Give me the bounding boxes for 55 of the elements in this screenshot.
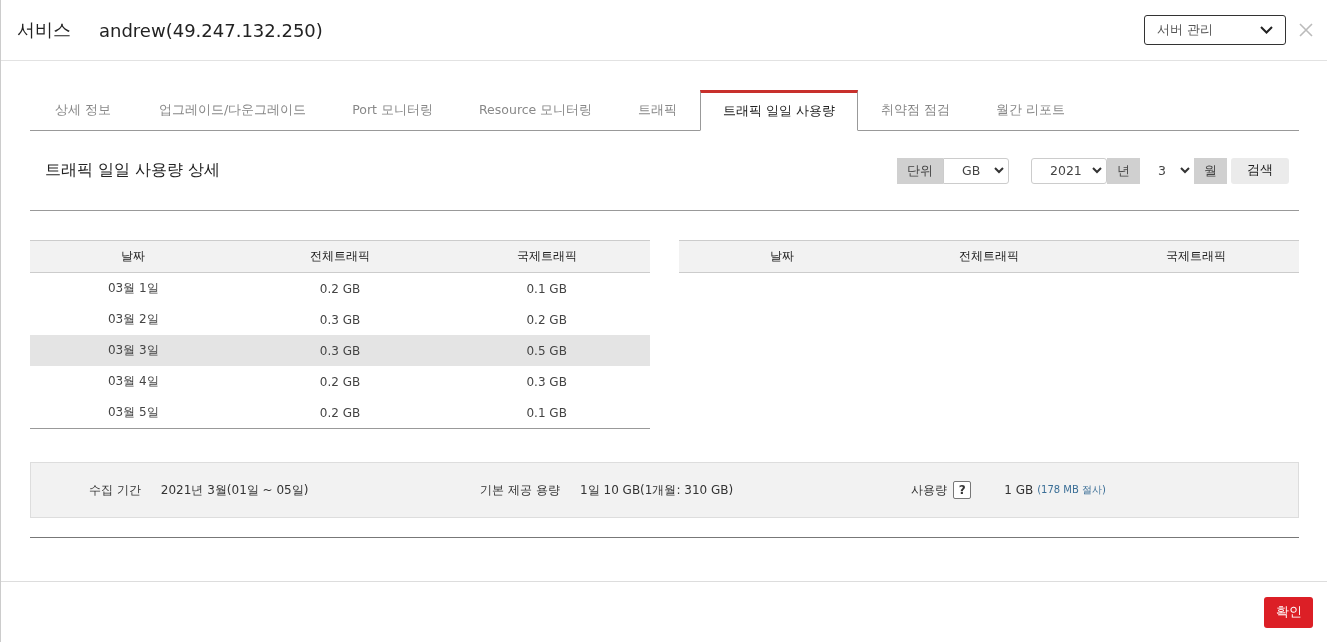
confirm-button[interactable]: 확인 <box>1264 596 1313 628</box>
chevron-down-icon <box>1260 26 1273 34</box>
chevron-down-icon <box>1092 167 1102 174</box>
table-cell-text: 03월 1일 <box>106 280 160 297</box>
table-cell-text: 0.5 GB <box>525 343 568 358</box>
usage-note: (178 MB 절사) <box>1037 483 1106 497</box>
server-name: andrew(49.247.132.250) <box>99 19 323 41</box>
tab[interactable]: Port 모니터링 <box>329 90 456 130</box>
unit-label: 단위 <box>897 157 943 184</box>
chevron-down-icon <box>994 167 1004 174</box>
table-cell-text: 0.1 GB <box>525 405 568 420</box>
period-label: 수집 기간 <box>89 481 141 499</box>
tab[interactable]: 월간 리포트 <box>973 90 1089 130</box>
table-cell-text: 0.1 GB <box>525 281 568 296</box>
quota-label: 기본 제공 용량 <box>480 481 561 499</box>
quota-value: 1일 10 GB(1개월: 310 GB) <box>580 481 734 499</box>
unit-select[interactable]: GB <box>943 157 1009 184</box>
table-cell-text: 0.2 GB <box>318 374 362 389</box>
period-value: 2021년 3월(01일 ~ 05일) <box>160 481 309 499</box>
column-header: 전체트래픽 <box>309 248 371 265</box>
table-cell-text: 03월 2일 <box>106 311 160 328</box>
server-menu-dropdown[interactable]: 서버 관리 <box>1144 15 1286 45</box>
tab[interactable]: 트래픽 일일 사용량 <box>700 90 859 131</box>
tab[interactable]: 상세 정보 <box>30 90 136 130</box>
usage-value: 1 GB <box>1004 483 1034 497</box>
dialog-title: 서비스 <box>17 18 71 42</box>
tab[interactable]: 트래픽 <box>615 90 701 130</box>
column-header: 국제트래픽 <box>515 248 578 265</box>
year-label: 년 <box>1107 157 1140 184</box>
table-cell-text: 0.2 GB <box>318 405 362 420</box>
table-cell-text: 0.3 GB <box>318 312 362 327</box>
column-header: 날짜 <box>120 248 147 265</box>
table-cell-text: 0.2 GB <box>318 281 362 296</box>
tab[interactable]: 업그레이드/다운그레이드 <box>136 90 330 130</box>
month-select[interactable]: 3 <box>1140 157 1194 184</box>
column-header: 국제트래픽 <box>1164 248 1227 265</box>
tab[interactable]: Resource 모니터링 <box>456 90 616 130</box>
table-cell-text: 0.2 GB <box>525 312 568 327</box>
section-title: 트래픽 일일 사용량 상세 <box>45 160 221 181</box>
chevron-down-icon <box>1180 167 1190 174</box>
month-label: 월 <box>1194 157 1227 184</box>
tab[interactable]: 취약점 점검 <box>858 90 974 130</box>
highlighted-row[interactable]: 03월 3일 0.3 GB 0.5 GB <box>30 335 650 366</box>
help-button[interactable]: ? <box>953 481 972 499</box>
column-header: 날짜 <box>769 248 796 265</box>
table-cell-text: 0.3 GB <box>525 374 568 389</box>
column-header: 전체트래픽 <box>958 248 1020 265</box>
year-select[interactable]: 2021 <box>1031 157 1107 184</box>
close-icon[interactable] <box>1299 23 1313 37</box>
table-cell-text: 03월 4일 <box>106 373 160 390</box>
table-cell-text: 0.3 GB <box>318 343 362 358</box>
table-cell-text: 03월 3일 <box>106 342 160 359</box>
usage-label: 사용량 <box>911 481 948 499</box>
search-button[interactable]: 검색 <box>1231 157 1289 184</box>
table-cell-text: 03월 5일 <box>106 404 160 421</box>
